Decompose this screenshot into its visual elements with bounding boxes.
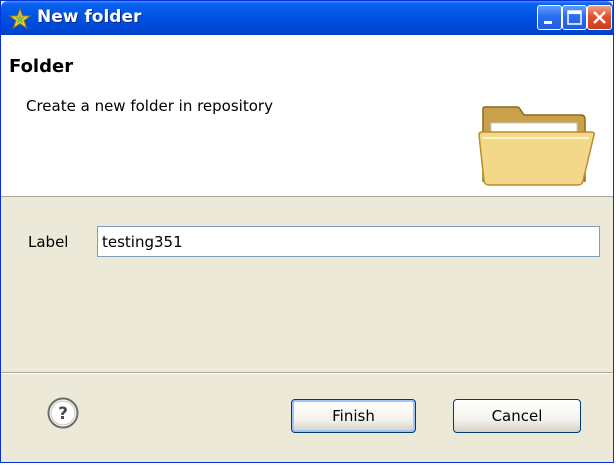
maximize-icon — [567, 10, 582, 25]
title-bar[interactable]: New folder — [1, 1, 613, 35]
close-icon — [593, 11, 606, 24]
folder-open-icon — [478, 106, 595, 186]
new-folder-star-icon — [9, 8, 31, 30]
label-input[interactable] — [97, 226, 600, 257]
header-title: Folder — [9, 56, 74, 77]
maximize-button[interactable] — [562, 5, 587, 30]
header-description: Create a new folder in repository — [26, 97, 273, 115]
new-folder-dialog: New folder Folder Create a new folder in… — [0, 0, 614, 463]
button-bar-separator — [1, 372, 613, 374]
window-title: New folder — [37, 7, 142, 27]
svg-text:?: ? — [58, 404, 68, 424]
help-icon[interactable]: ? — [47, 397, 79, 429]
label-field-label: Label — [28, 233, 69, 251]
minimize-button[interactable] — [537, 5, 562, 30]
minimize-icon — [544, 21, 552, 24]
close-button[interactable] — [587, 5, 612, 30]
finish-button[interactable]: Finish — [291, 399, 416, 433]
cancel-button[interactable]: Cancel — [453, 399, 581, 433]
